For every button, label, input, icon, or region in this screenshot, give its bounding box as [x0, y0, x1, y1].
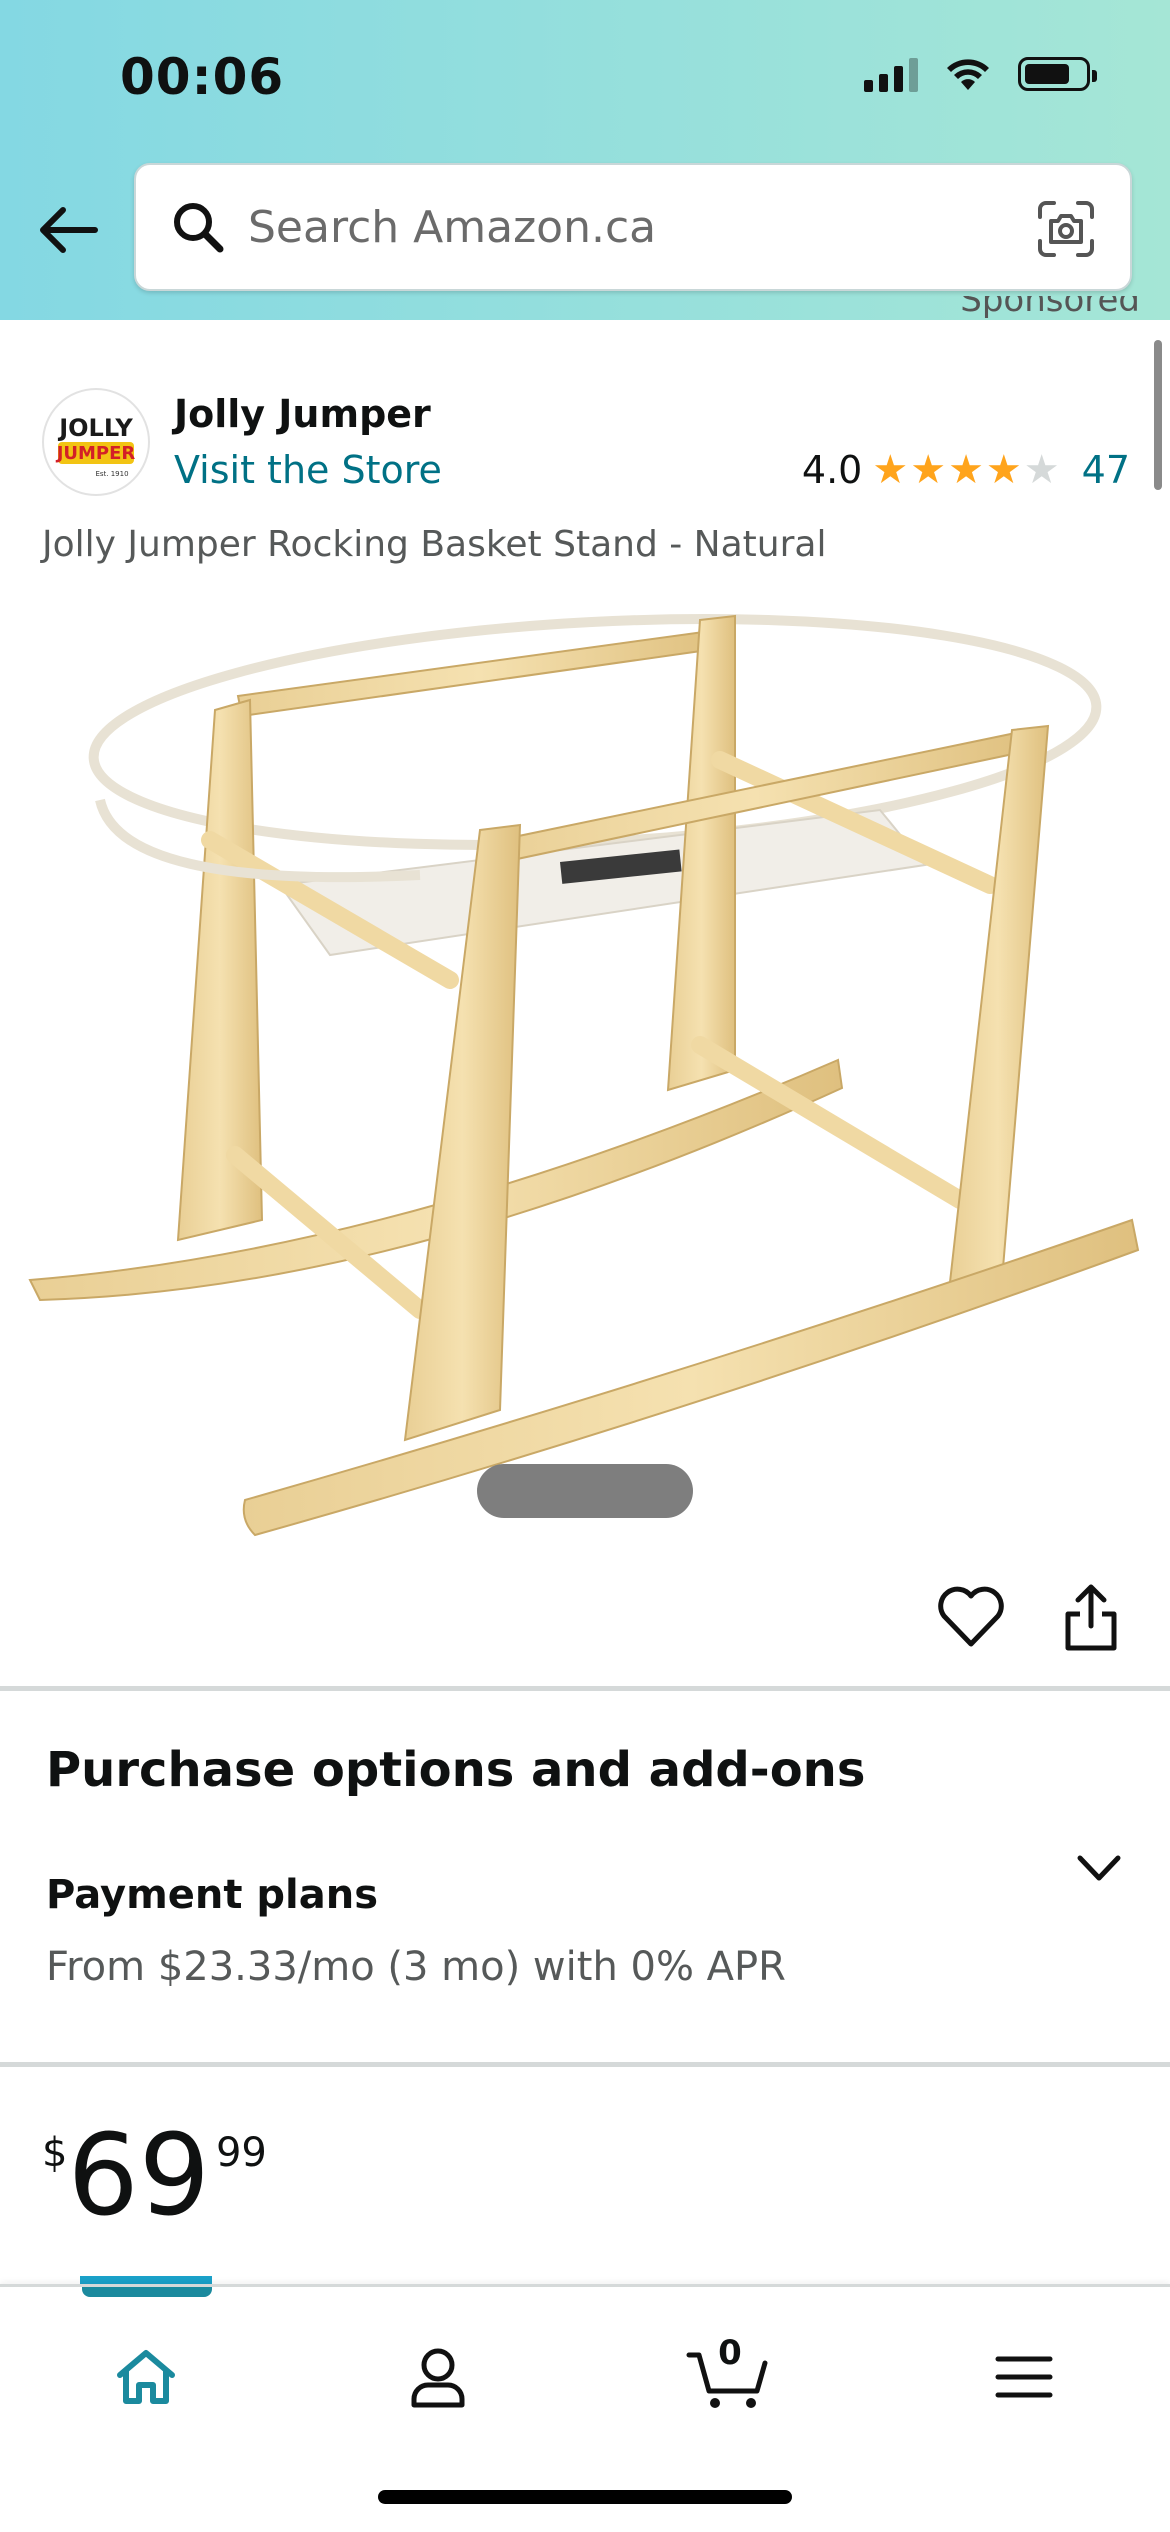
visit-store-link[interactable]: Visit the Store [174, 448, 442, 492]
svg-text:JUMPER: JUMPER [55, 443, 136, 464]
section-divider [0, 2062, 1170, 2067]
menu-icon [995, 2356, 1053, 2398]
price-currency: $ [42, 2130, 68, 2176]
cellular-signal-icon [864, 56, 918, 92]
scrollbar[interactable] [1154, 340, 1162, 490]
carousel-indicator[interactable] [477, 1464, 693, 1518]
star-full-icon: ★ [872, 447, 909, 493]
product-title[interactable]: Jolly Jumper Rocking Basket Stand - Natu… [42, 524, 826, 565]
rating-summary[interactable]: 4.0 ★ ★ ★ ★ ★ 47 [802, 448, 1130, 492]
svg-text:JOLLY: JOLLY [57, 414, 133, 442]
star-empty-icon: ★ [1023, 447, 1060, 493]
section-divider [0, 1686, 1170, 1691]
payment-plans-detail: From $23.33/mo (3 mo) with 0% APR [46, 1944, 786, 1990]
rating-value: 4.0 [801, 448, 863, 492]
nav-account[interactable] [378, 2327, 498, 2427]
jolly-jumper-logo: JOLLY JUMPER Est. 1910 [55, 414, 136, 478]
camera-search-icon[interactable] [1036, 199, 1096, 259]
search-input[interactable] [248, 201, 1008, 253]
back-button[interactable] [34, 200, 104, 260]
price-whole: 69 [67, 2111, 210, 2241]
home-icon [117, 2350, 175, 2404]
nav-menu[interactable] [964, 2327, 1084, 2427]
brand-logo[interactable]: JOLLY JUMPER Est. 1910 [42, 388, 150, 496]
nav-cart[interactable]: 0 [670, 2327, 790, 2427]
nav-home[interactable] [86, 2327, 206, 2427]
price-fraction: 99 [215, 2130, 267, 2176]
account-icon [411, 2348, 465, 2408]
brand-name: Jolly Jumper [174, 392, 431, 436]
payment-plans-label[interactable]: Payment plans [46, 1872, 378, 1918]
price: $ 69 99 [42, 2120, 267, 2232]
rating-count-link[interactable]: 47 [1082, 448, 1130, 492]
star-rating: ★ ★ ★ ★ ★ [872, 450, 1059, 490]
back-arrow-icon [40, 207, 98, 253]
status-time: 00:06 [120, 48, 285, 106]
wishlist-heart-icon[interactable] [936, 1586, 1006, 1650]
active-tab-indicator [82, 2287, 212, 2297]
search-icon [174, 203, 224, 253]
home-indicator [378, 2490, 792, 2504]
star-full-icon: ★ [948, 447, 984, 493]
header: 00:06 [0, 0, 1170, 320]
share-icon[interactable] [1060, 1582, 1122, 1654]
star-full-icon: ★ [910, 447, 947, 493]
status-icons [864, 56, 1097, 92]
chevron-down-icon[interactable] [1074, 1848, 1124, 1888]
svg-text:Est. 1910: Est. 1910 [95, 470, 128, 478]
search-bar[interactable] [134, 163, 1132, 291]
sponsored-label[interactable]: Sponsored [960, 296, 1140, 336]
star-full-icon: ★ [985, 447, 1022, 493]
wifi-icon [947, 59, 989, 90]
purchase-options-heading: Purchase options and add-ons [46, 1742, 866, 1798]
cart-count-badge: 0 [718, 2333, 742, 2373]
product-image[interactable] [0, 600, 1170, 1560]
battery-icon [1018, 57, 1097, 91]
